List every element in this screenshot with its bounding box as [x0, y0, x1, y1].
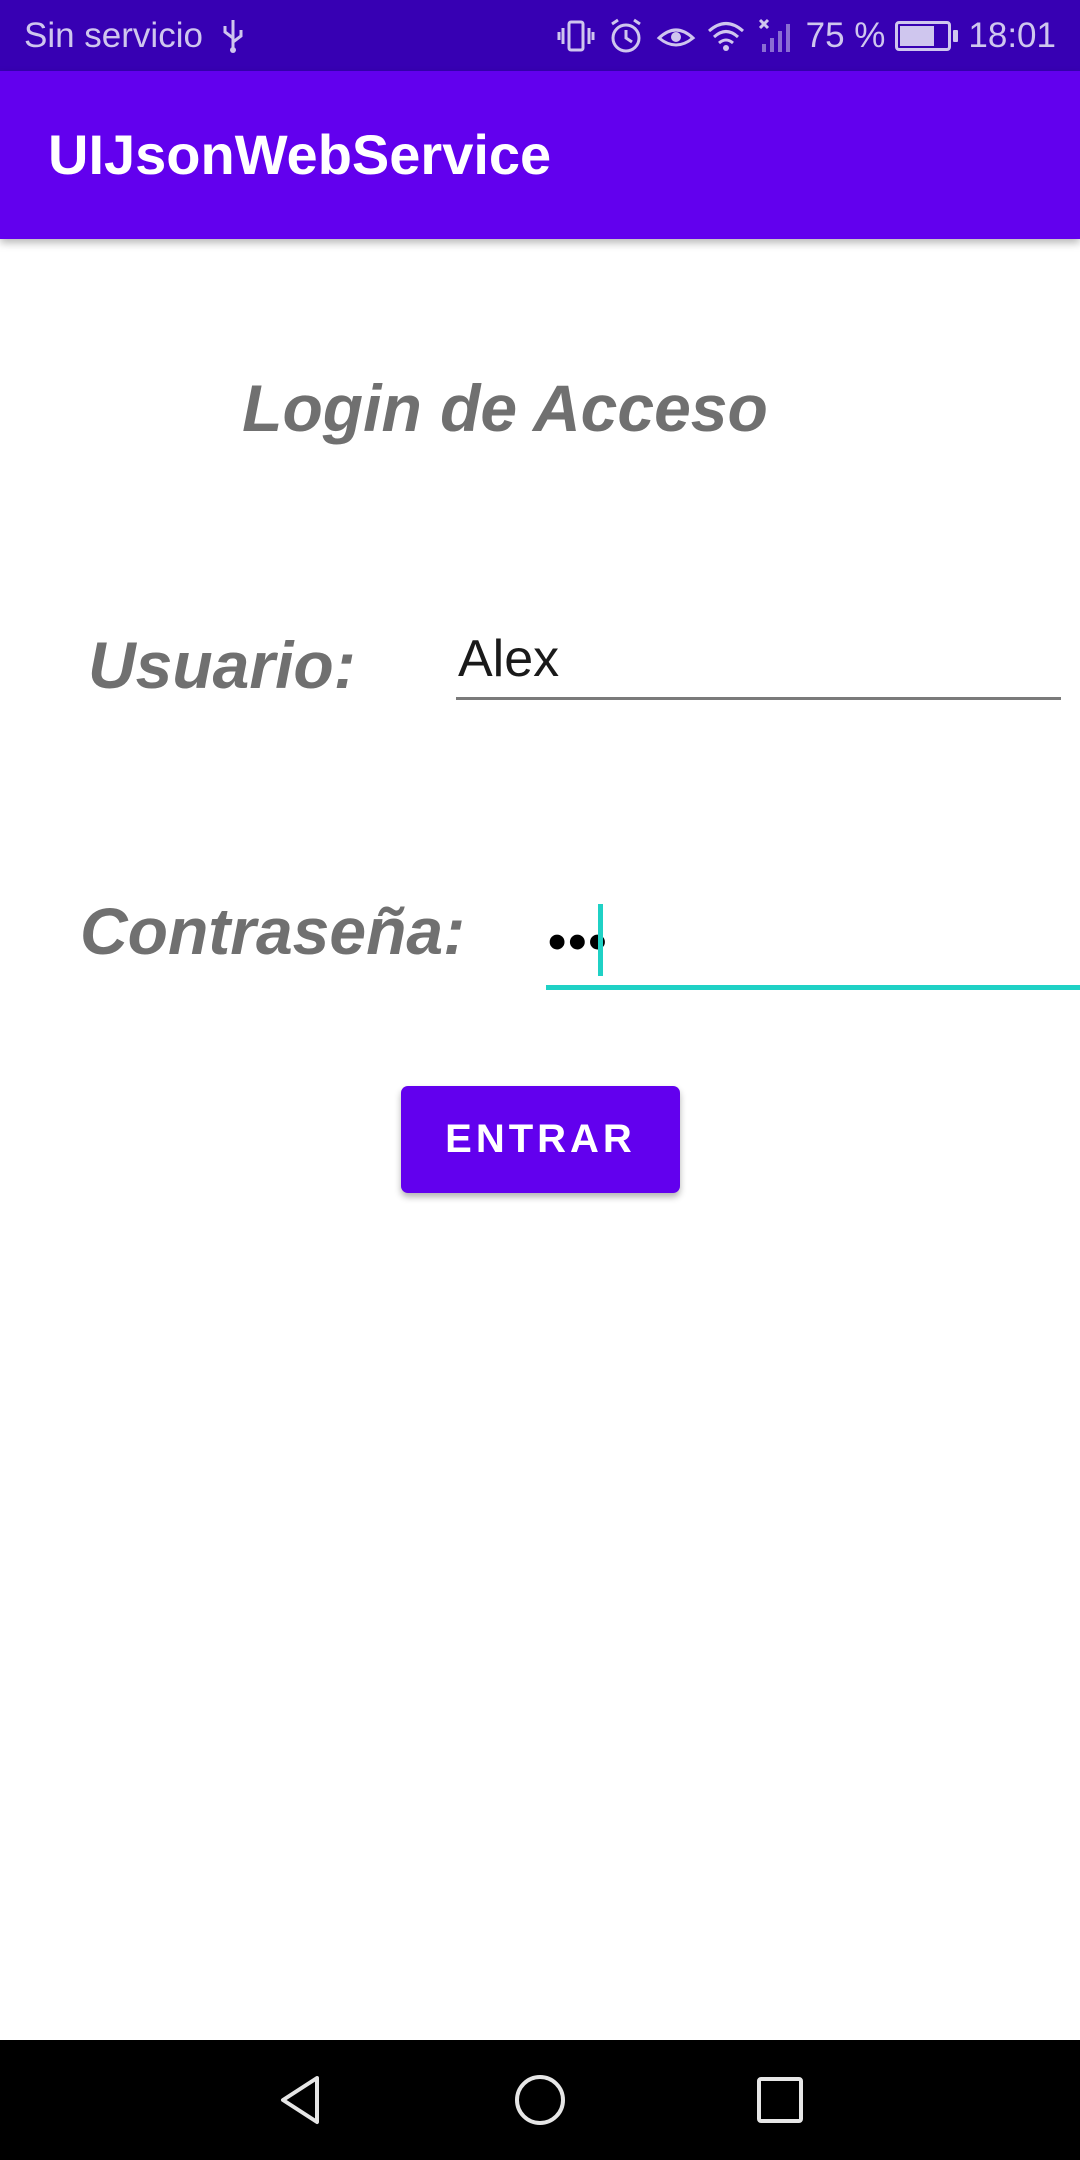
eye-comfort-icon	[656, 16, 696, 56]
wifi-icon	[706, 16, 746, 56]
clock: 18:01	[968, 15, 1056, 55]
usb-icon	[213, 16, 253, 56]
status-bar-right: 75 % 18:01	[556, 0, 1056, 71]
username-label: Usuario:	[88, 628, 356, 702]
app-bar: UIJsonWebService	[0, 71, 1080, 239]
password-input[interactable]: •••	[546, 900, 1080, 990]
login-button[interactable]: ENTRAR	[401, 1086, 680, 1193]
carrier-text: Sin servicio	[24, 15, 203, 55]
password-label: Contraseña:	[80, 894, 466, 968]
navigation-bar	[0, 2040, 1080, 2160]
home-icon[interactable]	[510, 2070, 570, 2130]
app-title: UIJsonWebService	[48, 123, 552, 186]
alarm-icon	[606, 16, 646, 56]
back-icon[interactable]	[271, 2070, 331, 2130]
battery-percent: 75 %	[805, 15, 886, 55]
text-cursor	[598, 904, 603, 976]
username-input[interactable]	[456, 620, 1061, 700]
recents-icon[interactable]	[750, 2070, 810, 2130]
login-heading: Login de Acceso	[242, 371, 768, 445]
status-bar: Sin servicio 75 % 18:01	[0, 0, 1080, 71]
vibrate-icon	[556, 16, 596, 56]
status-bar-left: Sin servicio	[24, 0, 253, 71]
no-signal-icon	[756, 16, 796, 56]
battery-icon	[895, 20, 959, 51]
